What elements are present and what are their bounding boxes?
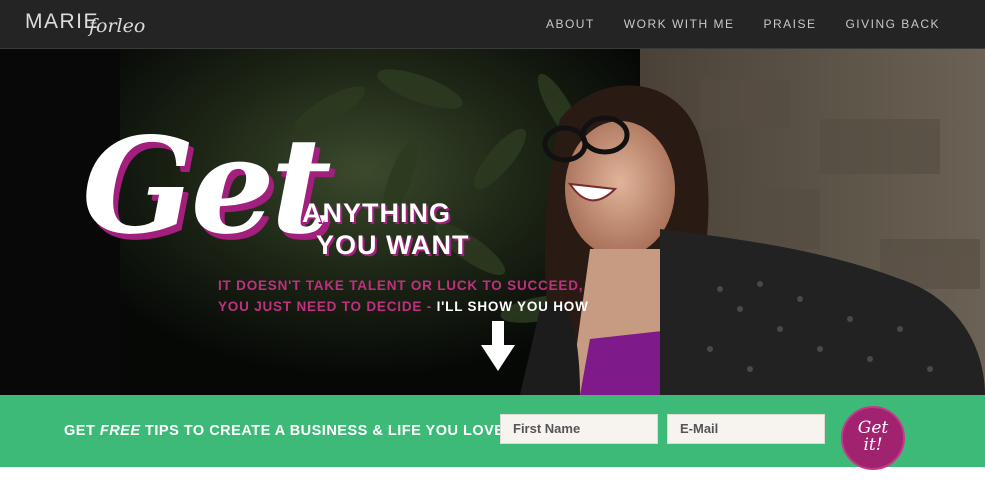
- optin-text-after: TIPS TO CREATE A BUSINESS & LIFE YOU LOV…: [140, 423, 505, 439]
- logo-name: MARIE: [25, 10, 100, 33]
- optin-bar: GET FREE TIPS TO CREATE A BUSINESS & LIF…: [0, 395, 985, 470]
- hero-subtitle: IT DOESN'T TAKE TALENT OR LUCK TO SUCCEE…: [218, 275, 589, 317]
- nav-links: ABOUT WORK WITH ME PRAISE GIVING BACK: [517, 17, 940, 31]
- logo-script: forleo: [89, 15, 146, 37]
- subtitle-line-1: IT DOESN'T TAKE TALENT OR LUCK TO SUCCEE…: [218, 278, 584, 293]
- email-input[interactable]: E-Mail: [667, 414, 825, 444]
- nav-item-about[interactable]: ABOUT: [546, 17, 595, 31]
- get-it-button[interactable]: Get it!: [841, 406, 905, 470]
- headline-line-2: YOU WANT: [316, 230, 470, 260]
- subtitle-line-2-white: I'LL SHOW YOU HOW: [436, 299, 589, 314]
- first-name-input[interactable]: First Name: [500, 414, 658, 444]
- optin-text-before: GET: [64, 423, 100, 439]
- optin-text-free: FREE: [99, 423, 141, 439]
- optin-message: GET FREE TIPS TO CREATE A BUSINESS & LIF…: [64, 423, 504, 439]
- top-navigation: MARIE forleo ABOUT WORK WITH ME PRAISE G…: [0, 0, 985, 49]
- hero-banner: Get ANYTHING YOU WANT IT DOESN'T TAKE TA…: [0, 49, 985, 395]
- nav-item-giving-back[interactable]: GIVING BACK: [845, 17, 940, 31]
- nav-item-work-with-me[interactable]: WORK WITH ME: [624, 17, 735, 31]
- headline-line-1: ANYTHING: [302, 198, 451, 228]
- subtitle-line-2-pink: YOU JUST NEED TO DECIDE -: [218, 299, 437, 314]
- hero-headline: ANYTHING YOU WANT: [302, 197, 470, 261]
- hero-get-word: Get: [82, 109, 332, 264]
- get-it-line-2: it!: [863, 435, 883, 455]
- arrow-down-icon[interactable]: [481, 321, 515, 371]
- nav-item-praise[interactable]: PRAISE: [763, 17, 816, 31]
